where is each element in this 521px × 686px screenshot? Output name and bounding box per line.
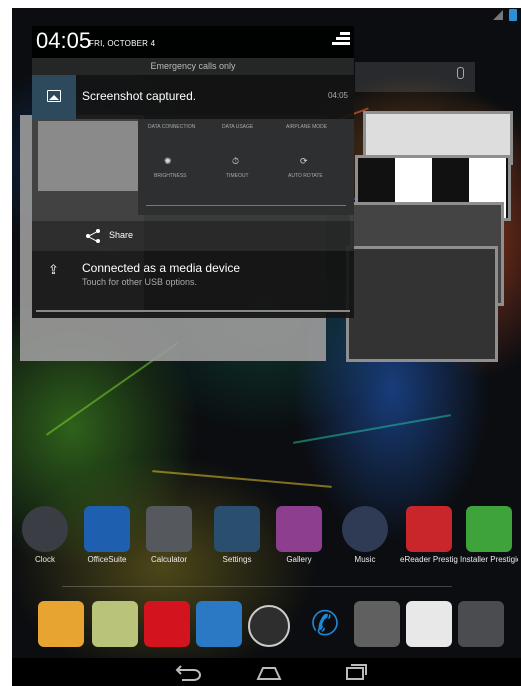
home-icon[interactable] (254, 662, 284, 682)
opera-icon[interactable] (144, 601, 190, 647)
app-label: Calculator (150, 555, 187, 564)
panel-drag-handle[interactable] (32, 303, 354, 318)
app-label: Installer Prestigio (460, 555, 518, 564)
notification-usb[interactable]: ⇪ Connected as a media device Touch for … (32, 251, 354, 303)
app-gallery[interactable]: Gallery (270, 506, 328, 564)
hotseat: ✆ (12, 601, 521, 651)
preview-quick-settings: DATA CONNECTION DATA USAGE AIRPLANE MODE… (138, 119, 354, 215)
panel-header: 04:05 FRI, OCTOBER 4 (32, 26, 354, 58)
screenshot-preview[interactable]: DATA CONNECTION DATA USAGE AIRPLANE MODE… (32, 119, 354, 221)
auto-rotate-icon: ⟳ (300, 156, 308, 166)
qs-label: AUTO ROTATE (288, 173, 323, 179)
image-icon (47, 90, 61, 102)
app-label: Clock (34, 555, 55, 564)
app-clock[interactable]: Clock (16, 506, 74, 564)
all-apps-icon[interactable] (248, 605, 290, 647)
app-label: Music (354, 555, 376, 564)
phone-icon[interactable]: ✆ (302, 601, 348, 647)
share-label: Share (109, 230, 134, 240)
battery-icon (509, 9, 517, 21)
dock-divider (62, 586, 452, 587)
notification-time: 04:05 (327, 91, 348, 100)
share-icon (86, 229, 102, 243)
android-screen: 04:05 FRI, OCTOBER 4 Emergency calls onl… (12, 8, 521, 686)
app-row: Clock OfficeSuite Calculator Settings Galler… (12, 506, 521, 576)
app-ereader-prestigio[interactable]: eReader Prestigio (400, 506, 458, 564)
notification-title: Screenshot captured. (82, 89, 197, 103)
notification-panel: 04:05 FRI, OCTOBER 4 Emergency calls onl… (32, 26, 354, 318)
camera-icon[interactable] (458, 601, 504, 647)
timeout-icon: ⏱ (232, 156, 240, 166)
app-officesuite[interactable]: OfficeSuite (78, 506, 136, 564)
status-bar (12, 8, 521, 24)
video-icon[interactable] (354, 601, 400, 647)
app-label: OfficeSuite (87, 555, 127, 564)
app-music[interactable]: Music (336, 506, 394, 564)
signal-icon (493, 10, 503, 20)
back-icon[interactable] (172, 662, 202, 682)
notification-icon-box (32, 75, 76, 119)
qs-label: AIRPLANE MODE (286, 124, 328, 130)
clock-icon (22, 506, 68, 552)
navigation-bar (12, 658, 521, 686)
launcher-icon[interactable] (92, 601, 138, 647)
music-icon (342, 506, 388, 552)
app-label: eReader Prestigio (400, 555, 458, 564)
notification-screenshot[interactable]: Screenshot captured. 04:05 (32, 75, 354, 119)
qs-label: DATA CONNECTION (148, 124, 196, 130)
qs-label: TIMEOUT (226, 173, 249, 179)
app-settings[interactable]: Settings (208, 506, 266, 564)
officesuite-icon (84, 506, 130, 552)
notification-subtitle: Touch for other USB options. (82, 277, 198, 287)
emergency-calls-banner: Emergency calls only (32, 58, 354, 75)
app-label: Gallery (286, 555, 312, 564)
qs-label: DATA USAGE (222, 124, 254, 130)
notification-title: Connected as a media device (82, 261, 241, 275)
installer-icon (466, 506, 512, 552)
clock-time: 04:05 (36, 28, 92, 53)
qs-label: BRIGHTNESS (154, 173, 187, 179)
app-label: Settings (222, 555, 252, 564)
mic-icon[interactable] (457, 67, 464, 79)
es-file-explorer-icon[interactable] (196, 601, 242, 647)
clock-date: FRI, OCTOBER 4 (89, 39, 156, 48)
recent-apps-icon[interactable] (340, 662, 370, 682)
share-action[interactable]: Share (32, 221, 354, 251)
clear-notifications-icon[interactable] (330, 32, 350, 50)
play-store-icon[interactable] (406, 601, 452, 647)
brightness-icon: ✺ (164, 156, 172, 166)
recent-app-thumbnail[interactable] (346, 246, 498, 362)
email-icon[interactable] (38, 601, 84, 647)
ereader-icon (406, 506, 452, 552)
app-calculator[interactable]: Calculator (140, 506, 198, 564)
app-installer-prestigio[interactable]: Installer Prestigio (460, 506, 518, 564)
calculator-icon (146, 506, 192, 552)
gallery-icon (276, 506, 322, 552)
settings-icon (214, 506, 260, 552)
usb-icon: ⇪ (48, 262, 59, 277)
preview-thumbnail (38, 121, 138, 191)
